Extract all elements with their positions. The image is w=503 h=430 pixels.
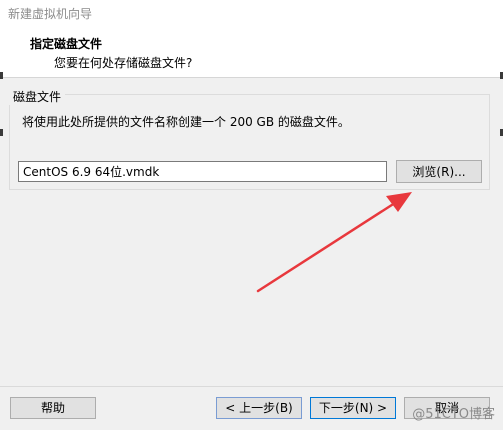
disk-file-path-input[interactable] — [18, 161, 387, 182]
page-subtitle: 您要在何处存储磁盘文件? — [54, 56, 193, 70]
disk-file-description: 将使用此处所提供的文件名称创建一个 200 GB 的磁盘文件。 — [22, 115, 350, 129]
help-button[interactable]: 帮助 — [10, 397, 96, 419]
window-title: 新建虚拟机向导 — [8, 7, 93, 21]
title-bar: 新建虚拟机向导 — [0, 0, 503, 27]
wizard-header: 指定磁盘文件 您要在何处存储磁盘文件? — [0, 27, 503, 78]
watermark: @51CTO博客 — [412, 407, 495, 422]
page-title: 指定磁盘文件 — [30, 37, 103, 51]
next-button[interactable]: 下一步(N) > — [310, 397, 396, 419]
disk-file-group-title: 磁盘文件 — [9, 88, 66, 105]
left-edge-mark — [0, 72, 3, 79]
left-edge-mark-2 — [0, 129, 3, 136]
browse-button[interactable]: 浏览(R)... — [396, 160, 482, 183]
back-button[interactable]: < 上一步(B) — [216, 397, 302, 419]
footer-separator — [0, 386, 503, 387]
